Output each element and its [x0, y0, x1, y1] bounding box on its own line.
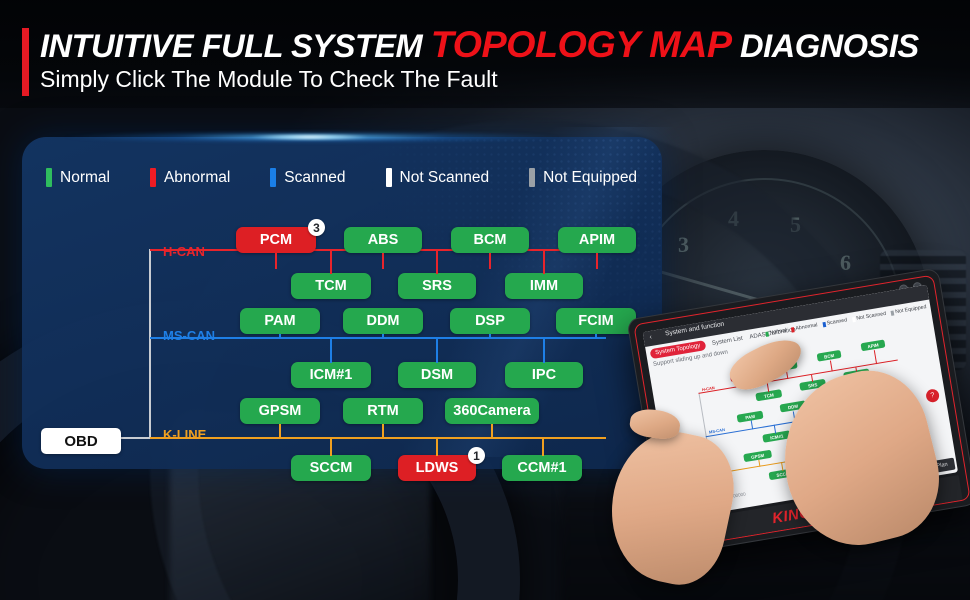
tablet-legend-swatch-icon — [764, 331, 769, 337]
header-accent-bar — [22, 28, 29, 96]
tablet-legend-swatch-icon — [790, 326, 795, 333]
node-label: ICM#1 — [309, 367, 353, 383]
tablet-node-label: SRS — [807, 381, 818, 389]
tablet-legend-label: Not Scanned — [855, 310, 887, 322]
fault-count-badge: 1 — [468, 447, 485, 464]
header-banner: INTUITIVE FULL SYSTEM TOPOLOGY MAP DIAGN… — [0, 0, 970, 108]
tablet-connector — [750, 420, 754, 430]
node-label: ABS — [367, 232, 399, 248]
tablet-connector — [780, 461, 784, 472]
tablet-node-label: ICM#1 — [769, 433, 784, 441]
topology-node-tcm[interactable]: TCM — [291, 273, 371, 299]
legend-swatch-icon — [385, 168, 392, 187]
node-label: IMM — [529, 278, 559, 294]
topology-node-imm[interactable]: IMM — [505, 273, 583, 299]
tablet-connector — [811, 374, 814, 382]
panel-top-glow-core — [250, 134, 370, 141]
topology-node-pcm[interactable]: PCM 3 — [236, 219, 325, 253]
topology-node-obd[interactable]: OBD — [41, 428, 121, 454]
tablet-node-label: PAM — [744, 413, 756, 421]
tablet-node-label: TCM — [763, 392, 775, 399]
page-title-pre: INTUITIVE FULL SYSTEM — [40, 28, 431, 64]
node-label: PAM — [264, 313, 296, 329]
node-label: 360Camera — [453, 403, 531, 419]
legend-item-scanned: Scanned — [270, 168, 346, 187]
tablet-legend-swatch-icon — [890, 310, 895, 316]
node-label: IPC — [531, 367, 557, 383]
topology-node-ipc[interactable]: IPC — [505, 362, 583, 388]
topology-node-fcim[interactable]: FCIM — [556, 308, 636, 334]
tablet-legend-item: Not Scanned — [851, 310, 887, 323]
page-title-highlight: TOPOLOGY MAP — [430, 24, 732, 65]
legend-swatch-icon — [529, 168, 536, 187]
topology-node-360camera[interactable]: 360Camera — [445, 398, 539, 424]
node-label: SRS — [422, 278, 452, 294]
back-arrow-icon[interactable]: ‹ — [649, 334, 652, 341]
page-subtitle: Simply Click The Module To Check The Fau… — [40, 66, 498, 92]
topology-node-bcm[interactable]: BCM — [451, 227, 529, 253]
tablet-connector — [873, 350, 878, 365]
node-label: DSP — [475, 313, 505, 329]
tablet-node-label: DDM — [787, 403, 799, 410]
page-title-post: DIAGNOSIS — [731, 28, 919, 64]
topology-node-ddm[interactable]: DDM — [343, 308, 423, 334]
node-label: DDM — [366, 313, 400, 329]
status-legend: Normal Abnormal Scanned Not Scanned Not Equi… — [46, 168, 677, 187]
tablet-legend-item: Scanned — [821, 317, 848, 327]
topology-node-abs[interactable]: ABS — [344, 227, 422, 253]
tablet-node-label: APIM — [867, 342, 879, 349]
topology-node-dsm[interactable]: DSM — [398, 362, 476, 388]
node-label: BCM — [473, 232, 507, 248]
tablet-legend-swatch-icon — [821, 321, 826, 327]
node-label: LDWS — [415, 460, 459, 476]
tablet-device-area: ‹ System and function System Topology Sy… — [597, 267, 970, 600]
node-label: RTM — [367, 403, 399, 419]
fault-count-badge: 3 — [308, 219, 325, 236]
node-label: OBD — [64, 432, 98, 450]
topology-node-gpsm[interactable]: GPSM — [240, 398, 320, 424]
tablet-legend-item: Not Equipped — [890, 304, 927, 316]
topology-node-icm1[interactable]: ICM#1 — [291, 362, 371, 388]
screenshot-root: 3 4 5 6 7 INTUITIVE FULL SYSTEM TOPOLOGY… — [0, 0, 970, 600]
tablet-connector — [758, 459, 761, 467]
tablet-node-label: BCM — [823, 352, 835, 360]
node-label: CCM#1 — [517, 460, 567, 476]
topology-node-apim[interactable]: APIM — [558, 227, 636, 253]
tablet-legend-swatch-icon — [851, 316, 856, 322]
topology-node-rtm[interactable]: RTM — [343, 398, 423, 424]
topology-node-sccm[interactable]: SCCM — [291, 455, 371, 481]
legend-label: Not Scanned — [399, 168, 490, 186]
legend-label: Not Equipped — [543, 168, 638, 186]
node-label: TCM — [315, 278, 347, 294]
topology-node-srs[interactable]: SRS — [398, 273, 476, 299]
legend-label: Scanned — [284, 168, 346, 186]
legend-item-not-equipped: Not Equipped — [529, 168, 637, 187]
node-label: DSM — [420, 367, 454, 383]
tablet-legend-label: Not Equipped — [894, 304, 927, 316]
node-label: APIM — [578, 232, 616, 248]
node-label: GPSM — [258, 403, 302, 419]
topology-node-pam[interactable]: PAM — [240, 308, 320, 334]
tablet-legend-label: Scanned — [826, 317, 848, 327]
tablet-connector — [773, 424, 777, 434]
topology-node-dsp[interactable]: DSP — [450, 308, 530, 334]
tab-system-list[interactable]: System List — [712, 336, 744, 347]
legend-label: Abnormal — [163, 168, 231, 186]
node-label: FCIM — [578, 313, 614, 329]
page-title: INTUITIVE FULL SYSTEM TOPOLOGY MAP DIAGN… — [40, 24, 919, 66]
legend-swatch-icon — [46, 168, 52, 187]
tablet-node-label: GPSM — [750, 452, 765, 460]
legend-item-normal: Normal — [46, 168, 110, 187]
topology-node-ldws[interactable]: LDWS 1 — [398, 447, 485, 481]
legend-item-abnormal: Abnormal — [149, 168, 231, 187]
node-label: SCCM — [309, 460, 353, 476]
legend-swatch-icon — [270, 168, 277, 187]
topology-node-ccm1[interactable]: CCM#1 — [502, 455, 582, 481]
tablet-legend-label: Abnormal — [795, 322, 818, 332]
legend-swatch-icon — [149, 168, 156, 187]
node-label: PCM — [259, 232, 293, 248]
legend-label: Normal — [60, 168, 110, 186]
legend-item-not-scanned: Not Scanned — [385, 168, 490, 187]
